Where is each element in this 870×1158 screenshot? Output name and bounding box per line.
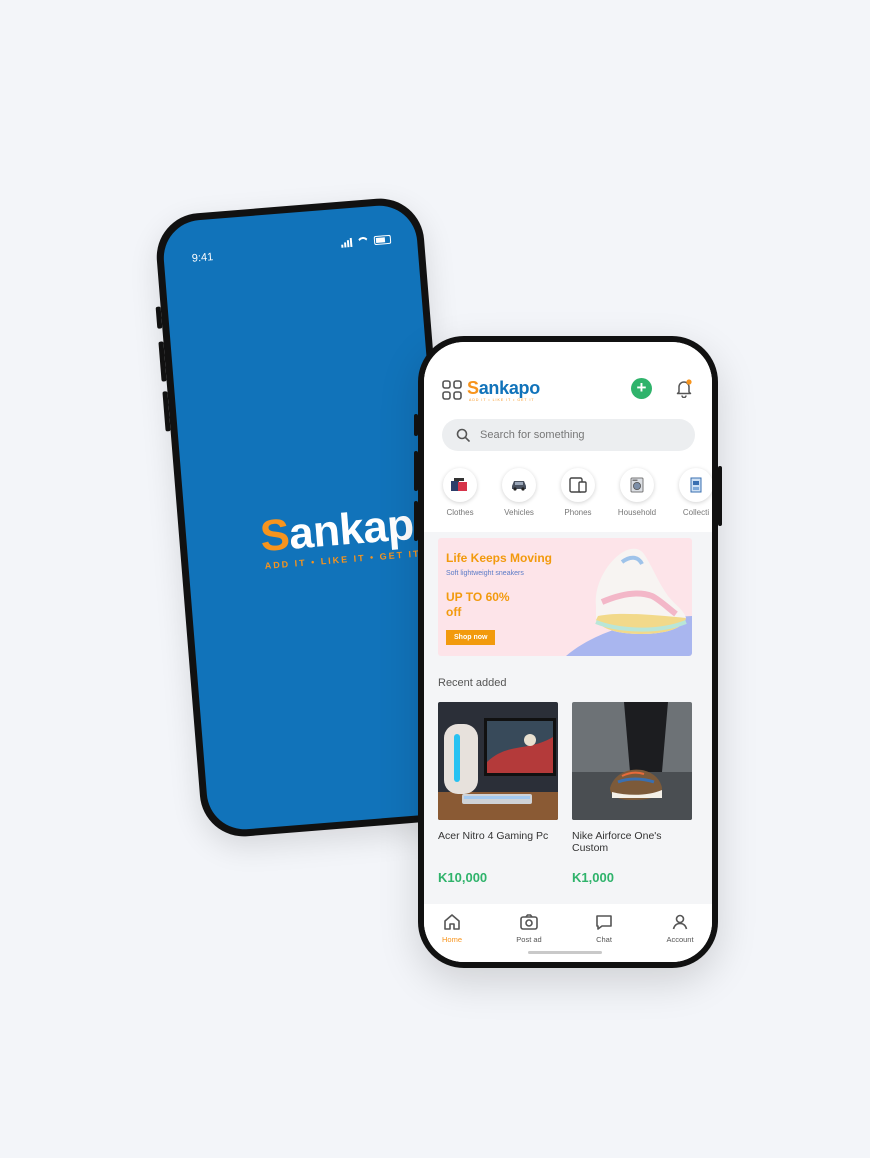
logo-text: ankapo	[478, 378, 541, 398]
clothes-icon	[451, 478, 467, 491]
side-button	[414, 451, 418, 491]
car-icon	[512, 481, 526, 491]
battery-icon	[373, 234, 392, 246]
shop-now-button[interactable]: Shop now	[446, 630, 496, 645]
signal-icon	[341, 237, 353, 248]
product-name: Nike Airforce One's Custom	[572, 830, 662, 854]
search-bar[interactable]	[442, 419, 695, 451]
status-bar-icons	[341, 234, 392, 248]
banner-offer: UP TO 60% off	[446, 590, 510, 619]
product-image	[572, 702, 692, 820]
washing-machine-icon	[630, 477, 644, 493]
category-circle	[443, 468, 477, 502]
bottom-nav: Home Post ad Chat Account	[424, 904, 712, 962]
logo-letter: S	[467, 378, 479, 398]
nav-label: Chat	[596, 935, 612, 944]
category-strip: Clothes Vehicles Phones Household Collec…	[424, 468, 712, 532]
phones-icon	[569, 477, 587, 493]
product-image	[438, 702, 558, 820]
home-icon	[444, 914, 460, 930]
home-indicator	[528, 951, 602, 954]
app-logo: Sankapo	[467, 378, 540, 399]
banner-subtitle: Soft lightweight sneakers	[446, 570, 524, 577]
category-clothes[interactable]: Clothes	[432, 468, 488, 517]
product-price: K1,000	[572, 870, 614, 885]
home-screen: Sankapo ADD IT • LIKE IT • GET IT + Sear…	[424, 342, 712, 962]
category-vehicles[interactable]: Vehicles	[491, 468, 547, 517]
grid-icon[interactable]	[442, 380, 462, 400]
category-label: Collecti	[682, 508, 710, 517]
nav-account[interactable]: Account	[650, 912, 710, 944]
search-input[interactable]	[478, 428, 682, 442]
bell-icon[interactable]	[674, 378, 694, 398]
nav-post-ad[interactable]: Post ad	[499, 912, 559, 944]
logo-tagline: ADD IT • LIKE IT • GET IT	[469, 398, 535, 402]
category-label: Household	[617, 508, 657, 517]
category-circle	[620, 468, 654, 502]
category-household[interactable]: Household	[609, 468, 665, 517]
side-button	[158, 341, 167, 382]
camera-icon	[520, 914, 538, 930]
banner-title: Life Keeps Moving	[446, 551, 553, 565]
top-bar: Sankapo ADD IT • LIKE IT • GET IT +	[424, 342, 712, 424]
sneaker-image	[566, 548, 692, 656]
category-circle	[502, 468, 536, 502]
home-phone: Sankapo ADD IT • LIKE IT • GET IT + Sear…	[414, 336, 722, 968]
product-card[interactable]: Acer Nitro 4 Gaming Pc K10,000	[438, 702, 558, 885]
side-button	[155, 306, 163, 329]
category-label: Phones	[564, 508, 592, 517]
wifi-icon	[357, 237, 370, 247]
nav-label: Post ad	[516, 935, 542, 944]
promo-banner[interactable]: Life Keeps Moving Soft lightweight sneak…	[438, 538, 692, 656]
category-circle	[561, 468, 595, 502]
category-label: Vehicles	[504, 508, 534, 517]
nav-label: Home	[441, 935, 462, 944]
chat-icon	[596, 915, 612, 930]
plus-icon[interactable]: +	[631, 378, 652, 399]
category-collectibles[interactable]: Collecti	[668, 468, 712, 517]
category-phones[interactable]: Phones	[550, 468, 606, 517]
category-circle	[679, 468, 712, 502]
search-icon	[456, 428, 470, 442]
nav-chat[interactable]: Chat	[574, 912, 634, 944]
account-icon	[672, 914, 688, 930]
collectibles-icon	[690, 477, 702, 493]
logo-letter: S	[258, 509, 292, 562]
category-label: Clothes	[446, 508, 474, 517]
recent-added-title: Recent added	[438, 677, 507, 689]
product-card[interactable]: Nike Airforce One's Custom K1,000	[572, 702, 692, 885]
home-feed: Life Keeps Moving Soft lightweight sneak…	[424, 532, 712, 904]
nav-label: Account	[666, 935, 694, 944]
side-button	[414, 414, 418, 436]
status-time: 9:41	[191, 251, 214, 265]
product-price: K10,000	[438, 870, 488, 885]
side-button	[162, 391, 171, 432]
side-button	[414, 501, 418, 541]
side-button	[718, 466, 722, 526]
product-name: Acer Nitro 4 Gaming Pc	[438, 830, 549, 842]
nav-home[interactable]: Home	[424, 912, 482, 944]
